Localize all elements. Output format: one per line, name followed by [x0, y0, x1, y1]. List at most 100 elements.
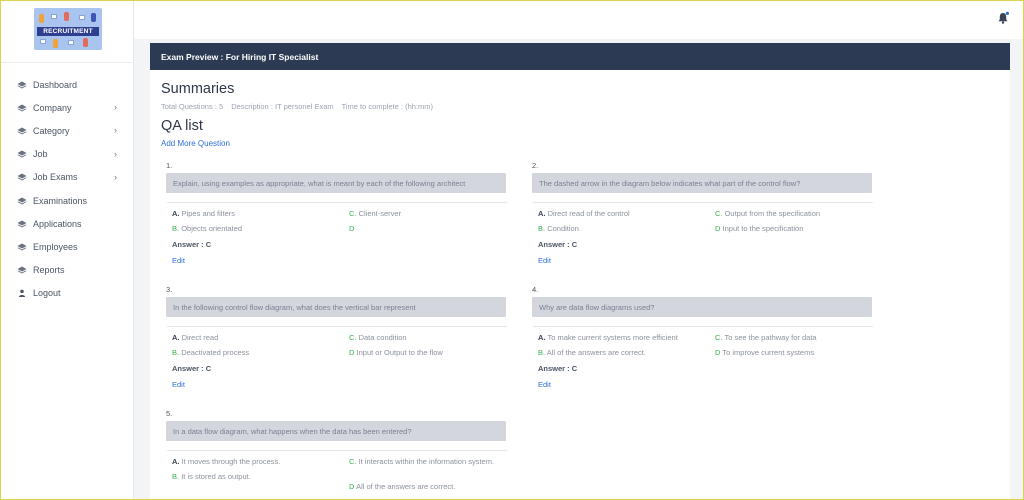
- option-text: Deactivated process: [181, 348, 250, 357]
- option-text: Pipes and filters: [181, 209, 235, 218]
- chevron-right-icon: ›: [114, 102, 117, 113]
- option-letter: A.: [538, 209, 546, 218]
- option-b: B. Condition: [538, 224, 708, 234]
- layers-icon: [17, 150, 27, 158]
- layers-icon: [17, 81, 27, 89]
- logo-figure-icon: [91, 13, 96, 22]
- answer-label: Answer : C: [172, 364, 212, 373]
- question-divider: [167, 202, 507, 203]
- edit-question-link[interactable]: Edit: [172, 256, 185, 265]
- edit-question-link[interactable]: Edit: [172, 380, 185, 389]
- option-letter: A.: [172, 209, 180, 218]
- option-letter: D: [715, 348, 721, 357]
- option-text: Input or Output to the flow: [356, 348, 443, 357]
- option-d: D: [349, 224, 519, 234]
- sidebar-item-examinations[interactable]: Examinations: [1, 189, 134, 212]
- option-letter: D: [349, 224, 355, 233]
- option-text: To make current systems more efficient: [547, 333, 678, 342]
- question-divider: [167, 326, 507, 327]
- option-a: A. Direct read of the control: [538, 209, 708, 219]
- sidebar-item-label: Employees: [33, 241, 78, 252]
- logo-doc-icon: [79, 15, 85, 20]
- sidebar-item-job-exams[interactable]: Job Exams ›: [1, 166, 134, 189]
- option-b: B. Objects orientated: [172, 224, 342, 234]
- edit-question-link[interactable]: Edit: [538, 256, 551, 265]
- option-c: C. Output from the specification: [715, 209, 885, 219]
- option-letter: B.: [538, 224, 546, 233]
- option-text: Input to the specification: [722, 224, 804, 233]
- qa-list-title: QA list: [161, 118, 203, 134]
- option-text: Direct read of the control: [547, 209, 630, 218]
- answer-label: Answer : C: [538, 240, 578, 249]
- option-a: A. Pipes and filters: [172, 209, 342, 219]
- option-letter: A.: [538, 333, 546, 342]
- option-c: C. Data condition: [349, 333, 519, 343]
- question-block: 2. The dashed arrow in the diagram below …: [532, 161, 877, 265]
- question-divider: [167, 450, 507, 451]
- sidebar-item-label: Company: [33, 102, 72, 113]
- sidebar-item-label: Logout: [33, 288, 61, 299]
- question-text: In a data flow diagram, what happens whe…: [166, 421, 506, 441]
- option-text: Client-server: [358, 209, 402, 218]
- sidebar-item-logout[interactable]: Logout: [1, 282, 134, 305]
- option-text: It moves through the process.: [181, 457, 281, 466]
- edit-question-link[interactable]: Edit: [538, 380, 551, 389]
- question-number: 1.: [166, 161, 173, 170]
- sidebar-item-dashboard[interactable]: Dashboard: [1, 73, 134, 96]
- option-letter: D: [349, 482, 355, 491]
- option-letter: C.: [349, 457, 357, 466]
- sidebar-item-category[interactable]: Category ›: [1, 119, 134, 142]
- sidebar-nav: Dashboard Company › Category › Job › Job Exams ›…: [1, 73, 134, 305]
- sidebar-item-applications[interactable]: Applications: [1, 212, 134, 235]
- sidebar-item-reports[interactable]: Reports: [1, 259, 134, 282]
- question-block: 5. In a data flow diagram, what happens w…: [166, 409, 511, 491]
- option-d: D All of the answers are correct.: [349, 482, 519, 492]
- layers-icon: [17, 104, 27, 112]
- sidebar-item-company[interactable]: Company ›: [1, 96, 134, 119]
- question-text: Explain, using examples as appropriate, …: [166, 173, 506, 193]
- option-text: To see the pathway for data: [724, 333, 817, 342]
- option-text: Direct read: [181, 333, 219, 342]
- option-c: C. To see the pathway for data: [715, 333, 885, 343]
- chevron-right-icon: ›: [114, 171, 117, 182]
- add-more-question-link[interactable]: Add More Question: [161, 139, 230, 148]
- layers-icon: [17, 266, 27, 274]
- bell-icon[interactable]: [996, 11, 1010, 25]
- layers-icon: [17, 243, 27, 251]
- option-text: All of the answers are correct.: [356, 482, 456, 491]
- chevron-right-icon: ›: [114, 125, 117, 136]
- logo-doc-icon: [51, 14, 57, 19]
- option-a: A. Direct read: [172, 333, 342, 343]
- layers-icon: [17, 127, 27, 135]
- option-d: D To improve current systems: [715, 348, 885, 358]
- option-b: B. It is stored as output.: [172, 472, 342, 482]
- answer-label: Answer : C: [538, 364, 578, 373]
- option-c: C. It interacts within the information s…: [349, 457, 519, 467]
- option-text: Objects orientated: [181, 224, 243, 233]
- option-a: A. To make current systems more efficien…: [538, 333, 708, 343]
- sidebar-item-label: Applications: [33, 218, 82, 229]
- logo-text: RECRUITMENT: [43, 28, 93, 35]
- option-d: D Input or Output to the flow: [349, 348, 519, 358]
- option-letter: C.: [349, 333, 357, 342]
- recruitment-logo[interactable]: RECRUITMENT: [34, 8, 102, 50]
- logo-figure-icon: [83, 38, 88, 47]
- sidebar-item-label: Reports: [33, 265, 65, 276]
- option-b: B. Deactivated process: [172, 348, 342, 358]
- question-divider: [533, 326, 873, 327]
- question-number: 4.: [532, 285, 539, 294]
- question-number: 5.: [166, 409, 173, 418]
- question-divider: [533, 202, 873, 203]
- summaries-title: Summaries: [161, 81, 235, 97]
- option-c: C. Client-server: [349, 209, 519, 219]
- sidebar-item-employees[interactable]: Employees: [1, 235, 134, 258]
- sidebar-item-label: Dashboard: [33, 79, 78, 90]
- question-block: 4. Why are data flow diagrams used? A. To …: [532, 285, 877, 389]
- sidebar-item-job[interactable]: Job ›: [1, 143, 134, 166]
- total-questions: Total Questions : 5: [161, 102, 224, 111]
- option-d: D Input to the specification: [715, 224, 885, 234]
- option-letter: B.: [172, 348, 180, 357]
- option-text: Output from the specification: [724, 209, 821, 218]
- sidebar: RECRUITMENT Dashboard Company › Category › Jo…: [1, 1, 134, 499]
- chevron-right-icon: ›: [114, 148, 117, 159]
